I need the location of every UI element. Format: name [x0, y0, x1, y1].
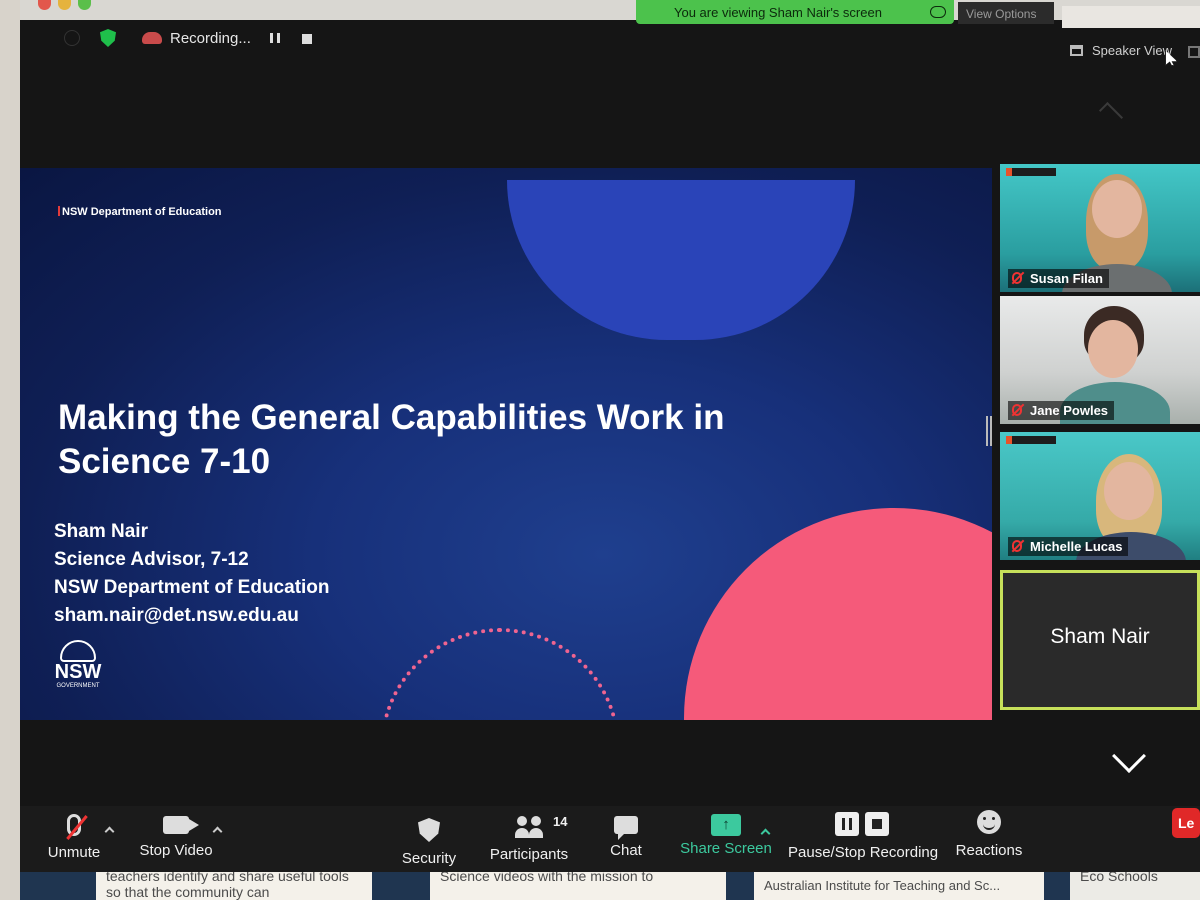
cloud-recording-icon	[142, 32, 162, 44]
screen-bezel	[0, 0, 20, 900]
stop-video-label: Stop Video	[139, 842, 213, 859]
presenter-role: Science Advisor, 7-12	[54, 549, 249, 570]
participant-name: Susan Filan	[1030, 271, 1103, 286]
participant-tile-sham-nair[interactable]: Sham Nair	[1000, 570, 1200, 710]
nsw-government-logo: NSW GOVERNMENT	[46, 640, 110, 704]
fullscreen-icon[interactable]	[1188, 46, 1200, 58]
participant-tile-susan-filan[interactable]: Susan Filan	[1000, 164, 1200, 292]
participant-name: Jane Powles	[1030, 403, 1109, 418]
security-shield-icon	[418, 818, 440, 842]
video-badge	[1006, 436, 1056, 444]
chevron-up-icon[interactable]	[1098, 101, 1124, 127]
security-label: Security	[401, 850, 457, 867]
chevron-down-icon[interactable]	[1112, 739, 1146, 773]
leave-meeting-button[interactable]: Le	[1172, 808, 1200, 838]
video-badge	[1006, 168, 1056, 176]
meeting-info-icon[interactable]	[64, 30, 80, 46]
reactions-smiley-icon	[977, 810, 1001, 834]
chat-button[interactable]: Chat	[604, 816, 648, 859]
presenter-email: sham.nair@det.nsw.edu.au	[54, 605, 299, 626]
waratah-icon	[60, 640, 96, 662]
share-screen-button[interactable]: ↑ Share Screen	[680, 814, 772, 857]
participants-button[interactable]: 14 Participants	[484, 814, 574, 863]
screen-share-banner-text: You are viewing Sham Nair's screen	[674, 5, 882, 20]
encryption-shield-icon[interactable]	[100, 29, 116, 47]
slide-org-header: NSW Department of Education	[62, 206, 222, 218]
panel-resize-handle[interactable]	[986, 416, 992, 446]
presenter-department: NSW Department of Education	[54, 577, 330, 598]
microphone-icon	[66, 814, 88, 840]
participant-face	[1088, 320, 1138, 378]
maximize-window-icon[interactable]	[78, 0, 91, 10]
pause-icon	[835, 812, 859, 836]
share-screen-arrow-icon: ↑	[711, 814, 741, 836]
slide-title-line-2: Science 7-10	[58, 442, 271, 481]
participant-name-label: Susan Filan	[1008, 269, 1109, 288]
participant-name-label: Jane Powles	[1008, 401, 1115, 420]
stop-video-button[interactable]: Stop Video	[134, 816, 218, 859]
stop-icon	[865, 812, 889, 836]
video-camera-icon	[163, 816, 199, 834]
speaker-view-button[interactable]: Speaker View	[1066, 38, 1176, 64]
security-button[interactable]: Security	[396, 818, 462, 867]
slide-title-line-1: Making the General Capabilities Work in	[58, 398, 725, 437]
minimize-window-icon[interactable]	[58, 0, 71, 10]
layout-grid-icon	[1070, 45, 1083, 56]
pause-recording-icon[interactable]	[270, 33, 280, 43]
pause-stop-recording-button[interactable]: Pause/Stop Recording	[788, 812, 939, 861]
participant-tile-michelle-lucas[interactable]: Michelle Lucas	[1000, 432, 1200, 560]
zoom-meeting-window: Recording... Speaker View NSW Department…	[20, 20, 1200, 872]
meeting-toolbar: Unmute Stop Video Security 14 Participan…	[20, 806, 1200, 872]
participant-name: Michelle Lucas	[1030, 539, 1123, 554]
slide-presenter-info: Sham Nair Science Advisor, 7-12 NSW Depa…	[54, 518, 330, 630]
share-screen-label: Share Screen	[680, 840, 772, 857]
shared-screen-slide: NSW Department of Education Making the G…	[20, 168, 992, 720]
participants-count: 14	[553, 814, 568, 829]
unmute-button[interactable]: Unmute	[44, 814, 104, 861]
chat-bubble-icon	[614, 816, 638, 840]
audio-options-caret-icon[interactable]	[104, 826, 115, 837]
pause-stop-recording-label: Pause/Stop Recording	[788, 844, 939, 861]
slide-org-marker	[58, 206, 60, 216]
recording-status: Recording...	[170, 30, 251, 47]
slide-dotted-arc	[380, 628, 620, 720]
nsw-logo-subtext: GOVERNMENT	[56, 683, 100, 689]
slide-title: Making the General Capabilities Work in …	[58, 396, 858, 484]
slide-pink-circle	[684, 508, 992, 720]
reactions-button[interactable]: Reactions	[954, 810, 1024, 859]
slide-blue-half-circle	[507, 180, 855, 340]
share-status-icon	[930, 6, 946, 18]
unmute-label: Unmute	[47, 844, 101, 861]
reactions-label: Reactions	[955, 842, 1023, 859]
chat-label: Chat	[610, 842, 642, 859]
background-window-edge	[1062, 6, 1200, 28]
view-options-dropdown[interactable]: View Options	[958, 2, 1054, 24]
participants-icon: 14	[515, 814, 567, 838]
screen-share-banner: You are viewing Sham Nair's screen	[636, 0, 954, 24]
participant-face	[1104, 462, 1154, 520]
stop-recording-icon[interactable]	[302, 34, 312, 44]
nsw-logo-text: NSW	[54, 661, 102, 683]
speaker-view-label: Speaker View	[1092, 43, 1172, 58]
participant-name: Sham Nair	[1050, 625, 1150, 648]
participant-tile-jane-powles[interactable]: Jane Powles	[1000, 296, 1200, 424]
meeting-top-bar: Recording... Speaker View	[20, 20, 1200, 66]
presenter-name: Sham Nair	[54, 521, 148, 542]
participants-label: Participants	[489, 846, 569, 863]
close-window-icon[interactable]	[38, 0, 51, 10]
participant-face	[1092, 180, 1142, 238]
participant-name-label: Michelle Lucas	[1008, 537, 1129, 556]
mic-slash-icon	[66, 815, 88, 840]
